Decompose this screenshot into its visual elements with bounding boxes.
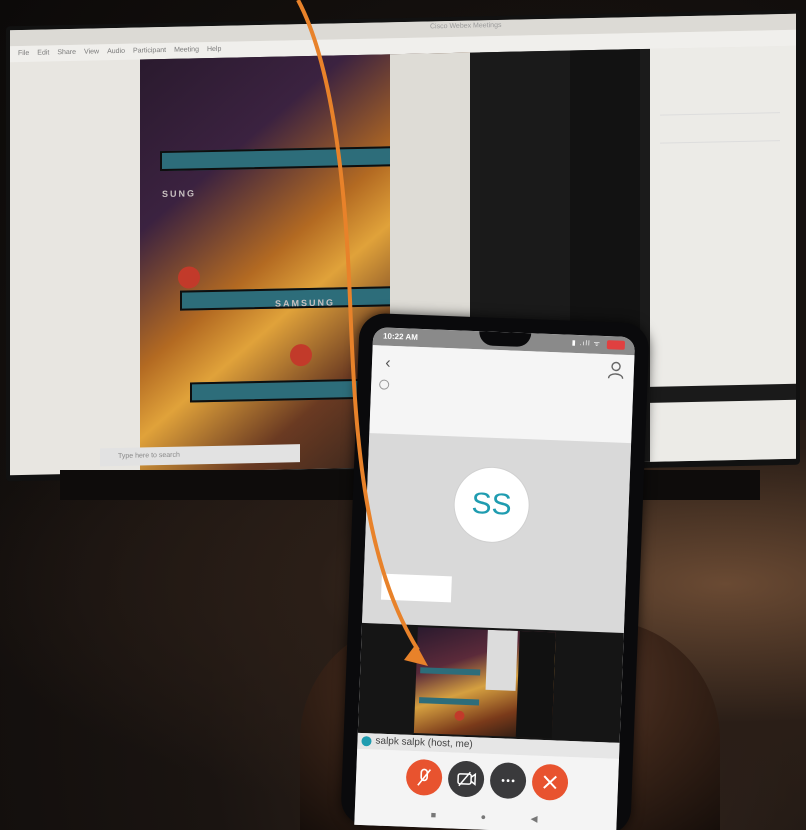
leave-button[interactable] (531, 763, 569, 801)
video-off-icon (457, 771, 477, 787)
mute-button[interactable] (405, 758, 443, 797)
brand-text: SUNG (162, 188, 197, 200)
person-icon[interactable] (607, 360, 627, 381)
signal-icon: ▮ .ıll ᯤ (571, 339, 602, 348)
battery-icon (606, 340, 626, 350)
record-dot (178, 266, 200, 289)
nested-white-panel (390, 52, 470, 355)
video-button[interactable] (447, 760, 485, 798)
search-placeholder: Type here to search (118, 451, 180, 460)
participant-row[interactable] (660, 96, 780, 116)
more-icon (501, 779, 515, 783)
window-title: Cisco Webex Meetings (430, 21, 502, 31)
menu-meeting[interactable]: Meeting (174, 46, 199, 54)
video-area: SS (362, 433, 632, 633)
participant-status-icon (361, 736, 372, 747)
call-header: ‹ (369, 345, 635, 444)
recents-icon[interactable]: ■ (431, 810, 437, 820)
more-button[interactable] (489, 761, 527, 800)
back-chevron-icon[interactable]: ‹ (378, 353, 399, 374)
participant-name: salpk salpk (host, me) (375, 735, 473, 751)
menu-help[interactable]: Help (207, 46, 221, 53)
brand-text: SAMSUNG (275, 297, 336, 309)
menu-audio[interactable]: Audio (107, 48, 125, 55)
menu-participant[interactable]: Participant (133, 47, 166, 55)
participant-row[interactable] (660, 124, 780, 144)
self-view-white (485, 629, 518, 691)
self-view-dark (515, 630, 556, 739)
self-view-video[interactable] (413, 627, 556, 739)
back-icon[interactable]: ◀ (530, 814, 537, 825)
windows-taskbar (650, 383, 796, 403)
self-view-taskbar (418, 697, 480, 706)
self-view-panel (357, 622, 624, 743)
avatar-initials: SS (471, 487, 513, 522)
self-view-record-dot (454, 710, 465, 721)
info-icon[interactable] (379, 379, 390, 390)
menu-share[interactable]: Share (57, 49, 76, 56)
menu-edit[interactable]: Edit (37, 49, 49, 56)
redacted-label (380, 573, 452, 603)
record-dot (290, 343, 312, 367)
status-time: 10:22 AM (382, 331, 419, 342)
menu-file[interactable]: File (18, 50, 29, 57)
self-view-taskbar (420, 667, 481, 676)
photo-scene: Cisco Webex Meetings File Edit Share Vie… (0, 0, 806, 830)
phone-screen: 10:22 AM ▮ .ıll ᯤ ‹ SS salpk salpk (host… (354, 327, 636, 830)
avatar: SS (453, 466, 531, 544)
phone: 10:22 AM ▮ .ıll ᯤ ‹ SS salpk salpk (host… (340, 312, 650, 830)
nested-taskbar (160, 145, 414, 172)
mic-off-icon (417, 768, 432, 786)
close-icon (543, 775, 557, 790)
home-icon[interactable]: ● (480, 812, 486, 822)
menu-view[interactable]: View (84, 48, 99, 55)
